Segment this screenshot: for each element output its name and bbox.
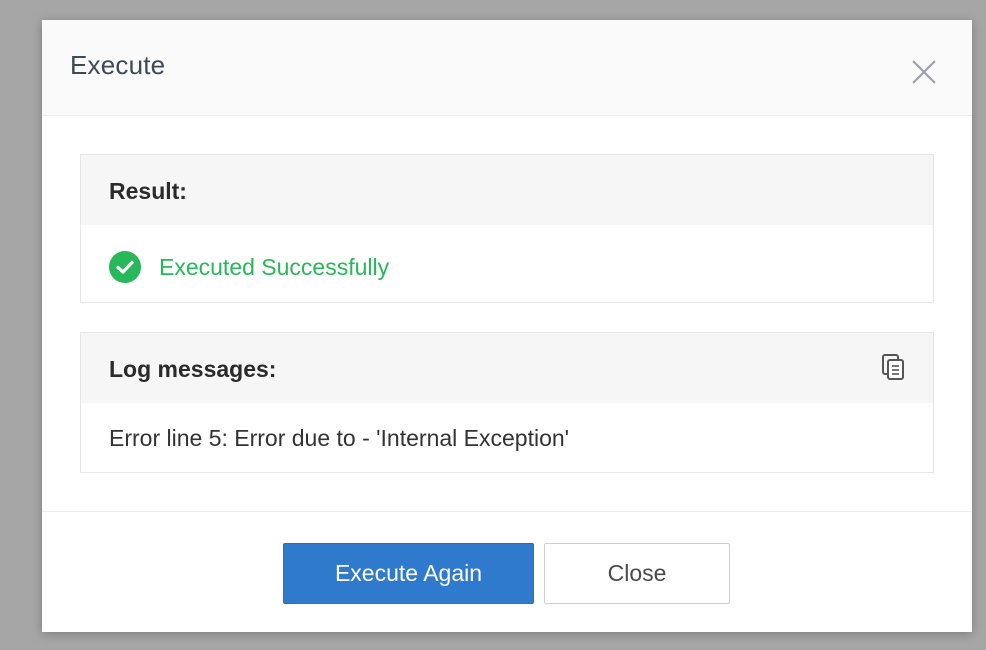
result-panel: Result: Executed Successfully — [80, 154, 934, 303]
log-message: Error line 5: Error due to - 'Internal E… — [109, 425, 570, 451]
result-panel-header: Result: — [81, 155, 933, 225]
result-heading: Result: — [109, 178, 187, 204]
log-panel-header: Log messages: — [81, 333, 933, 403]
dialog-footer: Execute Again Close — [42, 511, 972, 632]
copy-icon[interactable] — [881, 353, 907, 381]
close-button[interactable]: Close — [544, 543, 730, 604]
status-row: Executed Successfully — [109, 251, 389, 283]
execute-dialog: Execute Result: Executed Successfully Lo… — [42, 20, 972, 632]
log-heading: Log messages: — [109, 356, 277, 382]
execute-again-button[interactable]: Execute Again — [283, 543, 534, 604]
status-text: Executed Successfully — [159, 253, 390, 280]
dialog-title: Execute — [70, 50, 166, 80]
check-circle-icon — [109, 251, 141, 283]
dialog-header: Execute — [42, 20, 972, 116]
close-icon[interactable] — [910, 58, 938, 86]
log-panel: Log messages: Error line 5: Error due to… — [80, 332, 934, 473]
